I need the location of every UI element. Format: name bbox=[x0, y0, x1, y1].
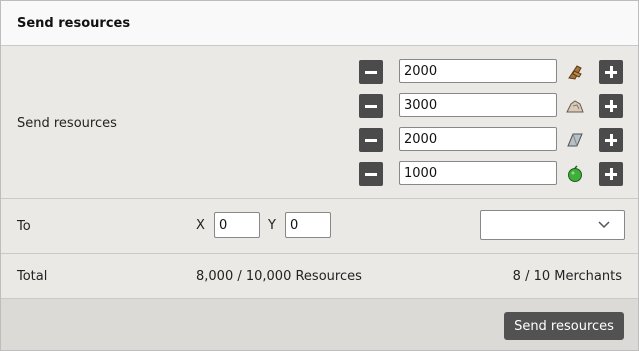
clay-amount-input[interactable] bbox=[399, 93, 557, 117]
crop-icon bbox=[568, 165, 582, 182]
resources-label: Send resources bbox=[17, 116, 117, 131]
increase-iron-button[interactable] bbox=[599, 128, 623, 152]
total-label: Total bbox=[17, 269, 48, 284]
plus-icon bbox=[605, 134, 617, 146]
minus-icon bbox=[365, 138, 377, 142]
resource-line-wood bbox=[359, 59, 629, 85]
panel-title: Send resources bbox=[17, 15, 131, 31]
destination-row: To X Y bbox=[1, 199, 638, 254]
clay-icon bbox=[566, 100, 584, 113]
iron-amount-input[interactable] bbox=[399, 127, 557, 151]
plus-icon bbox=[605, 66, 617, 78]
resource-line-crop bbox=[359, 161, 629, 187]
plus-icon bbox=[605, 168, 617, 180]
chevron-down-icon bbox=[598, 221, 610, 229]
increase-clay-button[interactable] bbox=[599, 94, 623, 118]
plus-icon bbox=[605, 100, 617, 112]
total-resources: 8,000 / 10,000 Resources bbox=[196, 269, 362, 284]
to-label: To bbox=[17, 219, 31, 234]
send-resources-panel: Send resources Send resources 2000 3000 … bbox=[0, 0, 639, 351]
decrease-wood-button[interactable] bbox=[359, 60, 383, 84]
village-select[interactable] bbox=[480, 210, 625, 240]
resource-line-iron bbox=[359, 127, 629, 153]
minus-icon bbox=[365, 104, 377, 108]
total-row: Total 8,000 / 10,000 Resources 8 / 10 Me… bbox=[1, 254, 638, 299]
x-coordinate-label: X bbox=[196, 218, 205, 233]
resources-row: Send resources bbox=[1, 46, 638, 199]
crop-amount-input[interactable] bbox=[399, 161, 557, 185]
decrease-iron-button[interactable] bbox=[359, 128, 383, 152]
minus-icon bbox=[365, 172, 377, 176]
increase-crop-button[interactable] bbox=[599, 162, 623, 186]
x-coordinate-input[interactable] bbox=[214, 212, 260, 238]
wood-amount-input[interactable] bbox=[399, 59, 557, 83]
y-coordinate-label: Y bbox=[268, 218, 276, 233]
wood-icon bbox=[568, 65, 582, 80]
decrease-crop-button[interactable] bbox=[359, 162, 383, 186]
y-coordinate-input[interactable] bbox=[285, 212, 331, 238]
send-resources-button[interactable]: Send resources bbox=[504, 312, 624, 340]
panel-header: Send resources bbox=[1, 1, 638, 46]
increase-wood-button[interactable] bbox=[599, 60, 623, 84]
total-merchants: 8 / 10 Merchants bbox=[512, 269, 622, 284]
decrease-clay-button[interactable] bbox=[359, 94, 383, 118]
resource-line-clay bbox=[359, 93, 629, 119]
minus-icon bbox=[365, 70, 377, 74]
panel-footer: Send resources bbox=[1, 299, 638, 350]
iron-icon bbox=[567, 133, 583, 147]
